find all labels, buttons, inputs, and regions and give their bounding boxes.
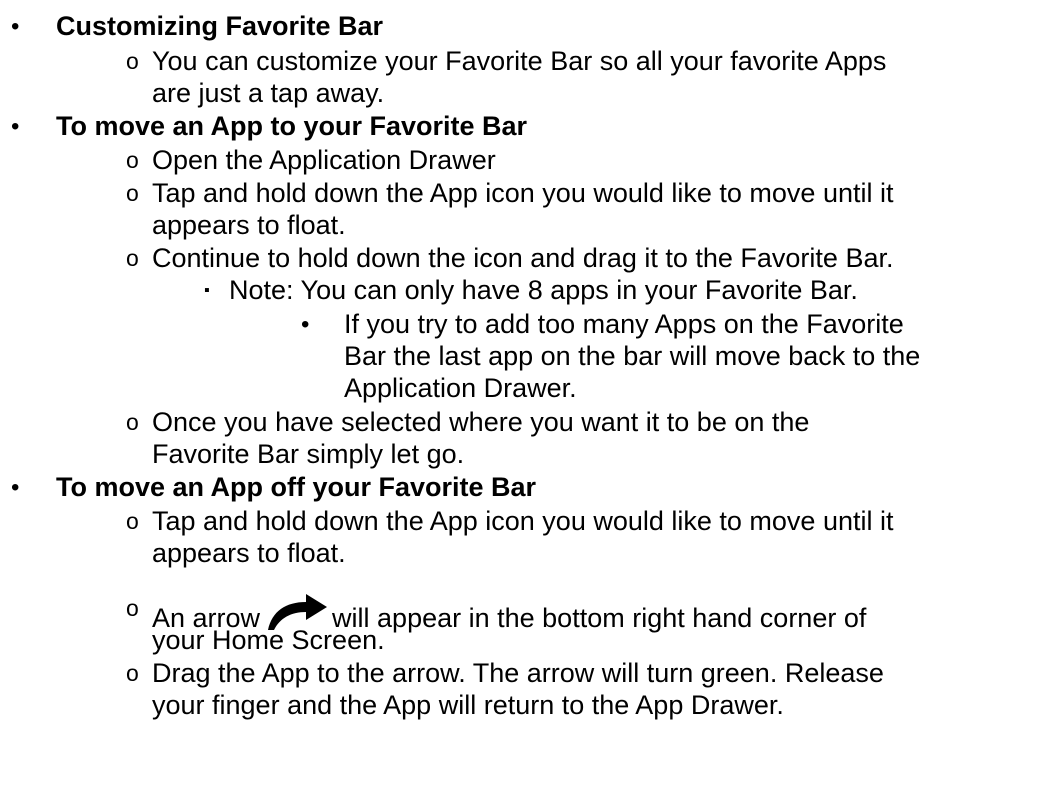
list-item-text: your Home Screen. (152, 625, 385, 655)
list-item-text: appears to float. (152, 538, 346, 568)
bullet-level4: • (301, 311, 310, 338)
subnote-text: Application Drawer. (344, 373, 577, 403)
list-item-text: Tap and hold down the App icon you would… (152, 178, 894, 208)
bullet-level1: • (11, 474, 20, 501)
bullet-level2: o (126, 147, 139, 173)
list-item-text: appears to float. (152, 210, 346, 240)
bullet-level1: • (11, 113, 20, 140)
list-item-text: will appear in the bottom right hand cor… (332, 603, 867, 633)
list-item-text: Tap and hold down the App icon you would… (152, 506, 894, 536)
bullet-level3: ▪ (204, 282, 210, 299)
list-item-text: Continue to hold down the icon and drag … (152, 243, 894, 273)
bullet-level2: o (126, 595, 139, 621)
section-heading-move-off: To move an App off your Favorite Bar (56, 472, 537, 502)
list-item-text: your finger and the App will return to t… (152, 690, 784, 720)
list-item-text: are just a tap away. (152, 78, 385, 108)
bullet-level2: o (126, 48, 139, 74)
list-item-text: Favorite Bar simply let go. (152, 439, 465, 469)
list-item-text: Once you have selected where you want it… (152, 407, 810, 437)
bullet-level2: o (126, 660, 139, 686)
bullet-level2: o (126, 180, 139, 206)
subnote-text: Bar the last app on the bar will move ba… (344, 341, 921, 371)
list-item-text: Open the Application Drawer (152, 145, 496, 175)
bullet-level2: o (126, 508, 139, 534)
section-heading-customizing: Customizing Favorite Bar (56, 11, 384, 41)
bullet-level2: o (126, 409, 139, 435)
subnote-text: If you try to add too many Apps on the F… (344, 309, 904, 339)
bullet-level2: o (126, 245, 139, 271)
section-heading-move-to: To move an App to your Favorite Bar (56, 111, 528, 141)
list-item-text: Drag the App to the arrow. The arrow wil… (152, 658, 884, 688)
note-text: Note: You can only have 8 apps in your F… (229, 275, 858, 305)
bullet-level1: • (11, 13, 20, 40)
list-item-text: You can customize your Favorite Bar so a… (152, 46, 887, 76)
document-page: • Customizing Favorite Bar o You can cus… (0, 0, 1045, 801)
